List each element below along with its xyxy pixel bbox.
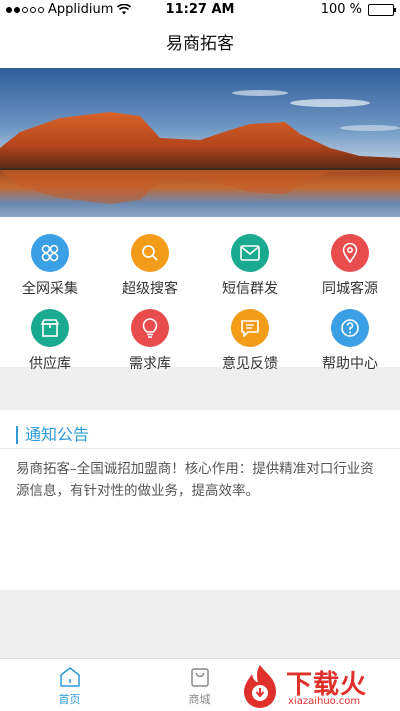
feature-search-button[interactable]: 超级搜客 xyxy=(100,217,200,297)
notice-title: 通知公告 xyxy=(16,426,89,444)
feature-label: 帮助中心 xyxy=(322,356,378,372)
home-icon xyxy=(59,667,80,687)
tab-home[interactable]: 首页 xyxy=(3,659,136,711)
watermark-logo: 下载火 xiazaihuo.com xyxy=(236,660,400,711)
feature-sms-button[interactable]: 短信群发 xyxy=(200,217,300,297)
store-icon xyxy=(31,309,69,347)
feature-supply-button[interactable]: 供应库 xyxy=(0,292,100,372)
nav-bar: 易商拓客 xyxy=(0,20,400,68)
battery-icon xyxy=(368,3,396,16)
feature-label: 需求库 xyxy=(129,356,171,372)
feature-local-button[interactable]: 同城客源 xyxy=(300,217,400,297)
page-title: 易商拓客 xyxy=(166,34,234,54)
help-icon xyxy=(331,309,369,347)
feature-grid: 全网采集 超级搜客 短信群发 同城客源 供应库 需求库 意见反馈 帮助中心 xyxy=(0,217,400,372)
feature-collect-button[interactable]: 全网采集 xyxy=(0,217,100,297)
feature-help-button[interactable]: 帮助中心 xyxy=(300,292,400,372)
clover-icon xyxy=(31,234,69,272)
location-pin-icon xyxy=(331,234,369,272)
notice-divider xyxy=(0,448,400,449)
landscape-banner-graphic xyxy=(0,68,400,217)
flame-logo-icon xyxy=(244,665,276,708)
notice-text[interactable]: 易商拓客–全国诚招加盟商！核心作用：提供精准对口行业资源信息，有针对性的做业务，… xyxy=(16,458,386,502)
banner-image[interactable] xyxy=(0,68,400,217)
feature-demand-button[interactable]: 需求库 xyxy=(100,292,200,372)
status-bar: Applidium 11:27 AM 100 % xyxy=(0,0,400,20)
battery-info: 100 % xyxy=(320,2,396,17)
notice-panel: 通知公告 易商拓客–全国诚招加盟商！核心作用：提供精准对口行业资源信息，有针对性… xyxy=(0,410,400,590)
feature-label: 意见反馈 xyxy=(222,356,278,372)
search-icon xyxy=(131,234,169,272)
watermark-url: xiazaihuo.com xyxy=(288,696,361,707)
shopping-bag-icon xyxy=(190,668,209,687)
tab-home-label: 首页 xyxy=(58,693,81,706)
mail-icon xyxy=(231,234,269,272)
lightbulb-icon xyxy=(131,309,169,347)
chat-icon xyxy=(231,309,269,347)
battery-percent: 100 % xyxy=(320,2,362,17)
feature-label: 供应库 xyxy=(29,356,71,372)
feature-feedback-button[interactable]: 意见反馈 xyxy=(200,292,300,372)
